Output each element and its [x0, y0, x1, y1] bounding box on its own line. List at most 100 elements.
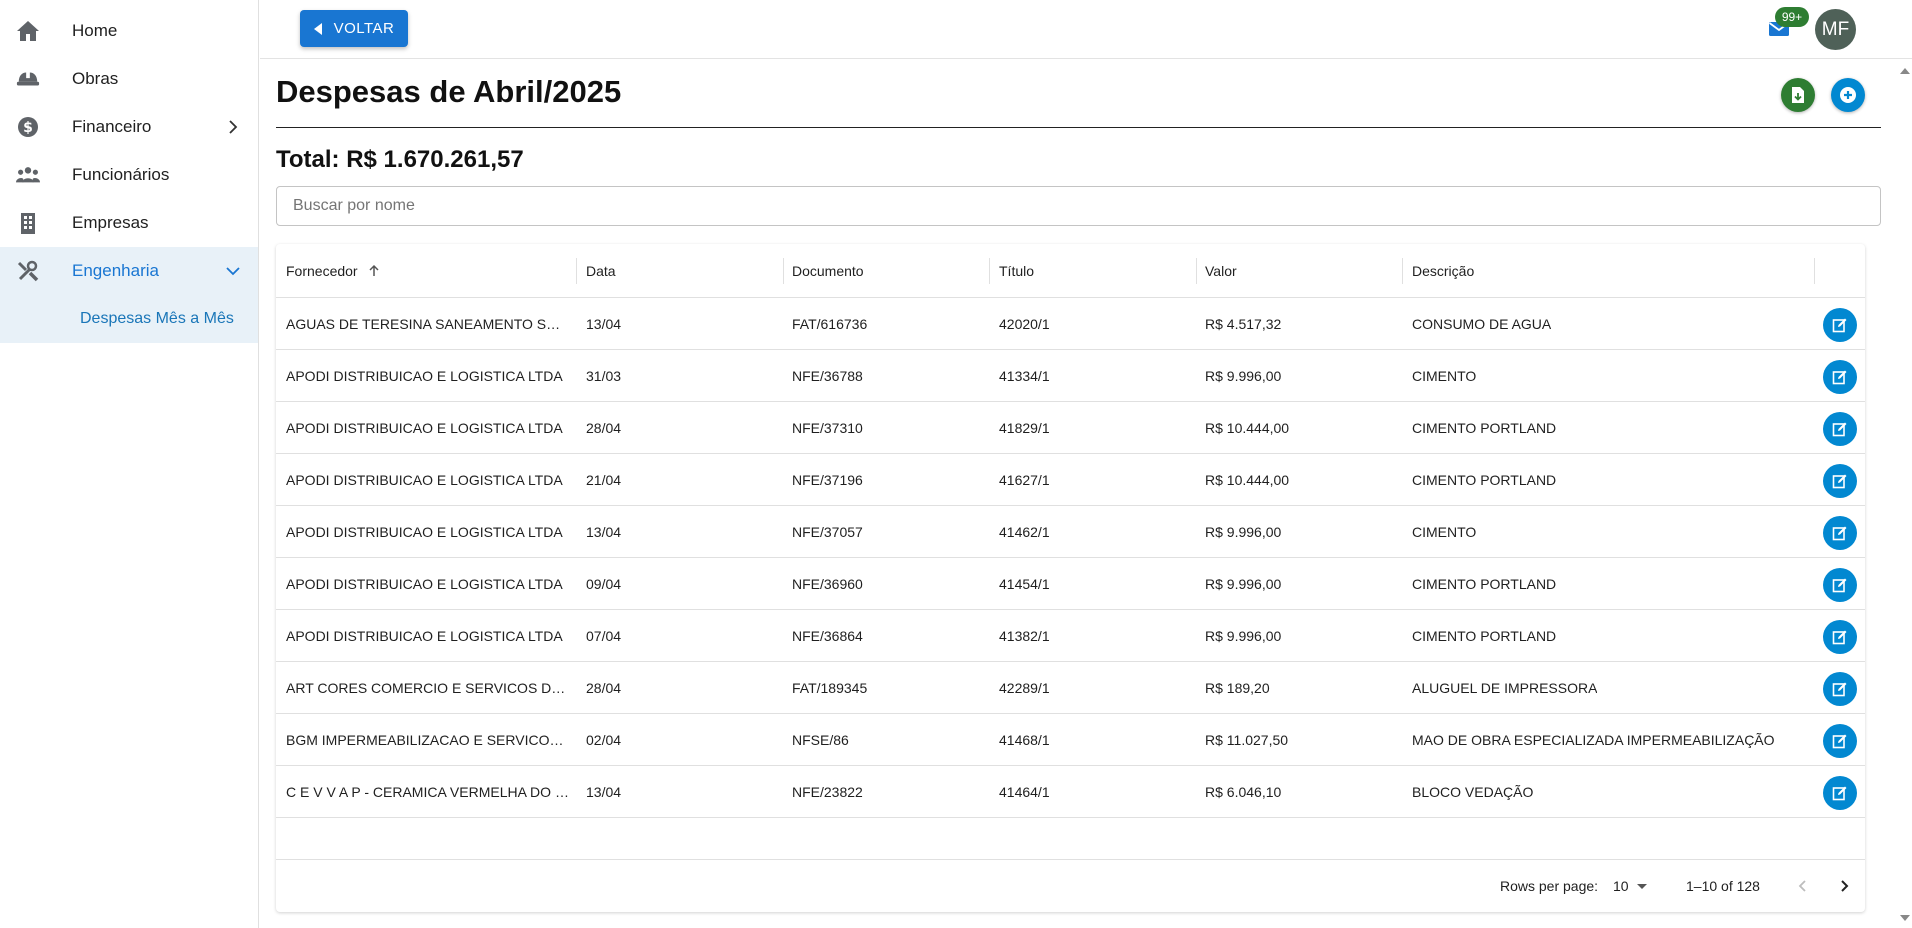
cell-valor-text: R$ 9.996,00 — [1205, 368, 1282, 384]
edit-button[interactable] — [1823, 360, 1857, 394]
sidebar-item-obras[interactable]: Obras — [0, 55, 258, 103]
sidebar-item-label: Home — [72, 21, 118, 40]
cell-documento: NFE/36788 — [792, 350, 982, 402]
scroll-up-arrow-icon[interactable] — [1900, 68, 1910, 74]
sidebar-item-empresas[interactable]: Empresas — [0, 199, 258, 247]
edit-button[interactable] — [1823, 516, 1857, 550]
cell-fornecedor: APODI DISTRIBUICAO E LOGISTICA LTDA — [286, 558, 569, 610]
edit-button[interactable] — [1823, 464, 1857, 498]
cell-fornecedor-text: C E V V A P - CERAMICA VERMELHA DO VA... — [286, 784, 569, 800]
cell-documento: FAT/616736 — [792, 298, 982, 350]
table-row[interactable]: ART CORES COMERCIO E SERVICOS DE IN... 28… — [276, 662, 1865, 714]
page-scrollbar[interactable] — [1897, 60, 1912, 928]
cell-valor-text: R$ 9.996,00 — [1205, 576, 1282, 592]
cell-fornecedor: APODI DISTRIBUICAO E LOGISTICA LTDA — [286, 402, 569, 454]
edit-button[interactable] — [1823, 724, 1857, 758]
edit-button[interactable] — [1823, 308, 1857, 342]
cell-descricao-text: CIMENTO PORTLAND — [1412, 628, 1557, 644]
cell-titulo: 42020/1 — [999, 298, 1189, 350]
table-row[interactable]: APODI DISTRIBUICAO E LOGISTICA LTDA 07/04… — [276, 610, 1865, 662]
cell-fornecedor-text: ART CORES COMERCIO E SERVICOS DE IN... — [286, 680, 569, 696]
cell-data-text: 28/04 — [586, 420, 622, 436]
export-button[interactable] — [1781, 78, 1815, 112]
cell-data: 13/04 — [586, 506, 776, 558]
search-input[interactable] — [276, 186, 1881, 226]
cell-valor-text: R$ 9.996,00 — [1205, 628, 1282, 644]
cell-descricao-text: MAO DE OBRA ESPECIALIZADA IMPERMEABILIZA… — [1412, 732, 1775, 748]
sidebar-item-financeiro[interactable]: $ Financeiro — [0, 103, 258, 151]
edit-button[interactable] — [1823, 568, 1857, 602]
table-row[interactable]: APODI DISTRIBUICAO E LOGISTICA LTDA 21/04… — [276, 454, 1865, 506]
cell-valor: R$ 9.996,00 — [1205, 506, 1395, 558]
column-separator[interactable] — [1196, 258, 1197, 284]
cell-titulo: 42289/1 — [999, 662, 1189, 714]
cell-fornecedor-text: APODI DISTRIBUICAO E LOGISTICA LTDA — [286, 472, 563, 488]
table-row[interactable]: APODI DISTRIBUICAO E LOGISTICA LTDA 13/04… — [276, 506, 1865, 558]
sidebar-item-funcionarios[interactable]: Funcionários — [0, 151, 258, 199]
sidebar-item-label: Funcionários — [72, 165, 170, 184]
rows-per-page-select[interactable]: 10 — [1613, 873, 1647, 899]
file-download-icon — [1792, 87, 1804, 103]
column-separator[interactable] — [783, 258, 784, 284]
column-separator[interactable] — [989, 258, 990, 284]
next-page-button[interactable] — [1830, 872, 1858, 900]
column-header-label: Descrição — [1412, 263, 1475, 279]
table-row[interactable]: AGUAS DE TERESINA SANEAMENTO SPE S... 13/… — [276, 298, 1865, 350]
sidebar-item-home[interactable]: Home — [0, 7, 258, 55]
column-header-data[interactable]: Data — [586, 244, 616, 298]
edit-button[interactable] — [1823, 620, 1857, 654]
cell-data-text: 07/04 — [586, 628, 622, 644]
avatar[interactable]: MF — [1815, 9, 1856, 50]
cell-fornecedor-text: APODI DISTRIBUICAO E LOGISTICA LTDA — [286, 420, 563, 436]
cell-documento: NFE/37310 — [792, 402, 982, 454]
cell-documento-text: NFE/37196 — [792, 472, 863, 488]
column-header-descricao[interactable]: Descrição — [1412, 244, 1474, 298]
edit-button[interactable] — [1823, 776, 1857, 810]
table-row[interactable]: APODI DISTRIBUICAO E LOGISTICA LTDA 28/04… — [276, 402, 1865, 454]
sort-ascending-icon — [369, 264, 379, 276]
cell-data: 13/04 — [586, 298, 776, 350]
table-row[interactable]: BGM IMPERMEABILIZACAO E SERVICOS L... 02/… — [276, 714, 1865, 766]
svg-text:$: $ — [23, 120, 33, 136]
title-divider — [276, 127, 1881, 128]
scroll-down-arrow-icon[interactable] — [1900, 915, 1910, 921]
sidebar-item-engenharia[interactable]: Engenharia — [0, 247, 258, 295]
cell-descricao-text: CIMENTO PORTLAND — [1412, 420, 1557, 436]
cell-fornecedor-text: BGM IMPERMEABILIZACAO E SERVICOS L... — [286, 732, 569, 748]
cell-documento-text: FAT/616736 — [792, 316, 868, 332]
sidebar-subitem-despesas[interactable]: Despesas Mês a Mês — [0, 295, 258, 343]
edit-button[interactable] — [1823, 672, 1857, 706]
cell-descricao-text: ALUGUEL DE IMPRESSORA — [1412, 680, 1598, 696]
column-header-valor[interactable]: Valor — [1205, 244, 1237, 298]
column-separator[interactable] — [1814, 258, 1815, 284]
cell-fornecedor: APODI DISTRIBUICAO E LOGISTICA LTDA — [286, 506, 569, 558]
cell-titulo-text: 41829/1 — [999, 420, 1050, 436]
hard-hat-icon — [16, 67, 40, 91]
table-row[interactable]: APODI DISTRIBUICAO E LOGISTICA LTDA 31/03… — [276, 350, 1865, 402]
chevron-left-icon — [1798, 880, 1806, 892]
column-header-titulo[interactable]: Título — [999, 244, 1034, 298]
back-button[interactable]: VOLTAR — [300, 10, 408, 47]
table-row[interactable]: APODI DISTRIBUICAO E LOGISTICA LTDA 09/04… — [276, 558, 1865, 610]
cell-descricao: CIMENTO — [1412, 506, 1812, 558]
edit-icon — [1832, 422, 1847, 437]
people-icon — [16, 163, 40, 187]
column-separator[interactable] — [576, 258, 577, 284]
edit-button[interactable] — [1823, 412, 1857, 446]
table-row[interactable]: C E V V A P - CERAMICA VERMELHA DO VA...… — [276, 766, 1865, 818]
cell-data: 31/03 — [586, 350, 776, 402]
cell-documento-text: NFSE/86 — [792, 732, 849, 748]
add-button[interactable] — [1831, 78, 1865, 112]
column-header-label: Fornecedor — [286, 263, 358, 279]
cell-data-text: 13/04 — [586, 316, 622, 332]
column-header-documento[interactable]: Documento — [792, 244, 864, 298]
cell-fornecedor-text: APODI DISTRIBUICAO E LOGISTICA LTDA — [286, 576, 563, 592]
column-separator[interactable] — [1402, 258, 1403, 284]
cell-documento: NFE/36864 — [792, 610, 982, 662]
column-header-label: Título — [999, 263, 1035, 279]
cell-titulo-text: 41462/1 — [999, 524, 1050, 540]
previous-page-button[interactable] — [1789, 872, 1817, 900]
cell-descricao-text: CIMENTO — [1412, 524, 1477, 540]
column-header-fornecedor[interactable]: Fornecedor — [286, 244, 382, 298]
cell-data-text: 09/04 — [586, 576, 622, 592]
